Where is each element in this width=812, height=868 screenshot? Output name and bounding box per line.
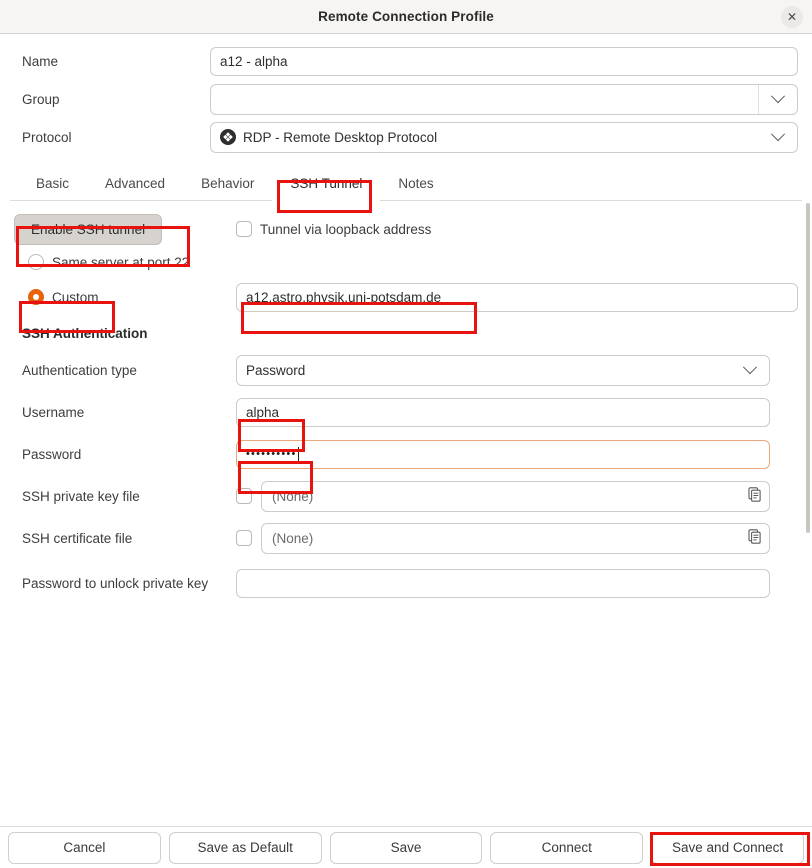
key-password-row: Password to unlock private key [14,559,798,607]
certificate-value: (None) [272,531,746,546]
tab-basic[interactable]: Basic [18,167,87,200]
save-as-default-button[interactable]: Save as Default [169,832,322,864]
cancel-button[interactable]: Cancel [8,832,161,864]
ssh-authentication-heading: SSH Authentication [14,326,148,341]
close-icon[interactable]: ✕ [781,6,803,28]
auth-type-row: Authentication type Password [14,349,798,391]
loopback-checkbox[interactable] [236,221,252,237]
enable-ssh-tunnel-cell: Enable SSH tunnel [14,214,236,245]
save-button[interactable]: Save [330,832,483,864]
dialog-button-bar: Cancel Save as Default Save Connect Save… [0,826,812,868]
same-server-radio-label: Same server at port 22 [52,255,189,270]
private-key-label: SSH private key file [14,489,236,504]
enable-ssh-tunnel-button[interactable]: Enable SSH tunnel [14,214,162,245]
enable-row: Enable SSH tunnel Tunnel via loopback ad… [14,211,798,247]
custom-radio-row[interactable]: Custom [14,289,236,305]
auth-type-value: Password [237,363,731,378]
protocol-value: RDP - Remote Desktop Protocol [243,130,437,145]
file-browse-icon[interactable] [746,528,763,548]
tab-ssh-tunnel[interactable]: SSH Tunnel [272,167,380,200]
chevron-down-icon[interactable] [758,85,797,114]
password-row: Password •••••••••• [14,433,798,475]
protocol-combobox[interactable]: RDP - Remote Desktop Protocol [210,122,798,153]
dialog-titlebar: Remote Connection Profile ✕ [0,0,812,34]
group-label: Group [14,92,210,107]
panel-scrollbar[interactable] [806,203,810,533]
chevron-down-icon[interactable] [759,123,797,152]
certificate-filebox[interactable]: (None) [261,523,770,554]
private-key-value: (None) [272,489,746,504]
tab-strip-wrap: Basic Advanced Behavior SSH Tunnel Notes [0,160,812,201]
username-label: Username [14,405,236,420]
custom-row: Custom a12.astro.physik.uni-potsdam.de [14,277,798,317]
protocol-label: Protocol [14,130,210,145]
auth-type-combobox[interactable]: Password [236,355,770,386]
chevron-down-icon[interactable] [731,356,769,385]
name-row: Name a12 - alpha [14,42,798,80]
loopback-checkbox-row[interactable]: Tunnel via loopback address [236,221,798,237]
ssh-tunnel-panel: Enable SSH tunnel Tunnel via loopback ad… [0,201,812,806]
custom-host-input[interactable]: a12.astro.physik.uni-potsdam.de [236,283,798,312]
certificate-label: SSH certificate file [14,531,236,546]
protocol-value-wrap: RDP - Remote Desktop Protocol [211,129,759,145]
same-server-radio-row[interactable]: Same server at port 22 [14,254,236,270]
private-key-filebox[interactable]: (None) [261,481,770,512]
group-combobox[interactable] [210,84,798,115]
auth-type-label: Authentication type [14,363,236,378]
name-label: Name [14,54,210,69]
same-server-row: Same server at port 22 [14,247,798,277]
username-row: Username alpha [14,391,798,433]
key-password-input[interactable] [236,569,770,598]
key-password-label: Password to unlock private key [14,576,236,591]
tab-behavior[interactable]: Behavior [183,167,272,200]
name-input[interactable]: a12 - alpha [210,47,798,76]
tab-advanced[interactable]: Advanced [87,167,183,200]
private-key-row: SSH private key file (None) [14,475,798,517]
text-caret [298,447,299,462]
page-title: Remote Connection Profile [318,9,494,24]
protocol-row: Protocol RDP - Remote Desktop Protocol [14,118,798,156]
same-server-radio[interactable] [28,254,44,270]
private-key-checkbox[interactable] [236,488,252,504]
tab-notes[interactable]: Notes [380,167,451,200]
rdp-protocol-icon [220,129,236,145]
custom-radio-label: Custom [52,290,99,305]
profile-top-form: Name a12 - alpha Group Protocol [0,34,812,160]
username-input[interactable]: alpha [236,398,770,427]
password-label: Password [14,447,236,462]
password-input[interactable]: •••••••••• [236,440,770,469]
certificate-checkbox[interactable] [236,530,252,546]
certificate-row: SSH certificate file (None) [14,517,798,559]
loopback-checkbox-label: Tunnel via loopback address [260,222,431,237]
connect-button[interactable]: Connect [490,832,643,864]
group-row: Group [14,80,798,118]
custom-radio[interactable] [28,289,44,305]
file-browse-icon[interactable] [746,486,763,506]
auth-section-row: SSH Authentication [14,317,798,349]
save-and-connect-button[interactable]: Save and Connect [651,832,804,864]
tab-strip: Basic Advanced Behavior SSH Tunnel Notes [10,166,802,201]
password-masked-value: •••••••••• [246,448,297,460]
